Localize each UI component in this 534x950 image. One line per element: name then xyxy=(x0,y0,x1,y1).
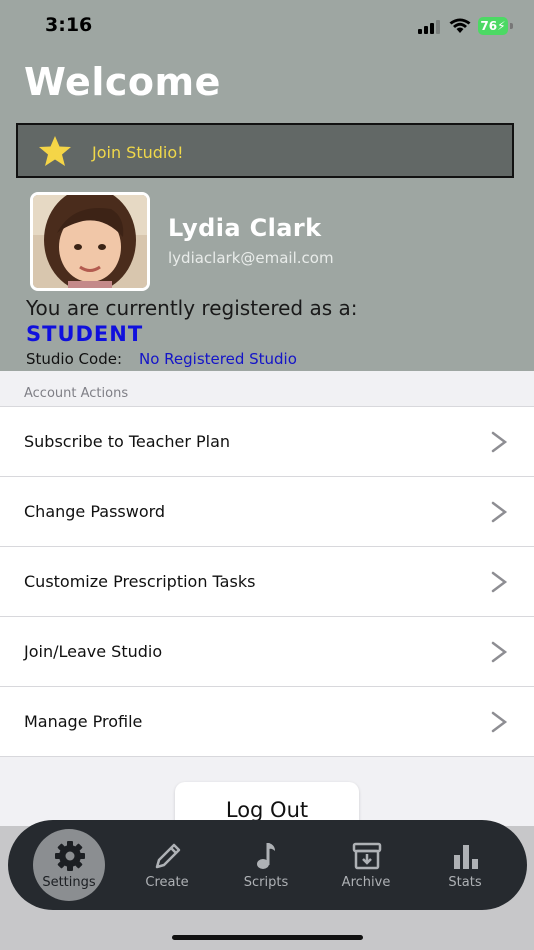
customize-prescription-tasks-row[interactable]: Customize Prescription Tasks xyxy=(0,547,534,617)
avatar[interactable] xyxy=(30,192,150,291)
studio-code-value: No Registered Studio xyxy=(139,350,297,368)
status-bar: 3:16 76⚡ xyxy=(0,0,534,54)
manage-profile-row[interactable]: Manage Profile xyxy=(0,687,534,757)
chevron-right-icon xyxy=(491,711,508,733)
tab-label: Stats xyxy=(448,875,482,890)
account-actions-list: Subscribe to Teacher Plan Change Passwor… xyxy=(0,406,534,757)
subscribe-teacher-plan-row[interactable]: Subscribe to Teacher Plan xyxy=(0,407,534,477)
join-leave-studio-row[interactable]: Join/Leave Studio xyxy=(0,617,534,687)
status-time: 3:16 xyxy=(45,14,93,36)
tab-scripts[interactable]: Scripts xyxy=(221,820,311,910)
list-item-label: Manage Profile xyxy=(24,712,143,731)
chevron-right-icon xyxy=(491,431,508,453)
user-email: lydiaclark@email.com xyxy=(168,249,334,267)
list-item-label: Customize Prescription Tasks xyxy=(24,572,256,591)
tab-stats[interactable]: Stats xyxy=(420,820,510,910)
tab-label: Scripts xyxy=(243,875,289,890)
tab-label: Settings xyxy=(42,875,96,890)
battery-nub xyxy=(510,23,513,29)
tab-create[interactable]: Create xyxy=(122,820,212,910)
user-name: Lydia Clark xyxy=(168,214,322,242)
list-item-label: Change Password xyxy=(24,502,166,521)
music-note-icon xyxy=(257,843,275,869)
tab-archive[interactable]: Archive xyxy=(321,820,411,910)
studio-code-label: Studio Code: xyxy=(26,350,122,368)
bar-chart-icon xyxy=(454,845,478,869)
registration-text: You are currently registered as a: xyxy=(26,296,358,320)
battery-indicator: 76⚡ xyxy=(478,17,508,35)
log-out-label: Log Out xyxy=(225,798,309,822)
profile-header: 3:16 76⚡ Welcome Join Studio! Lydia Clar… xyxy=(0,0,534,371)
chevron-right-icon xyxy=(491,641,508,663)
archive-icon xyxy=(352,842,382,870)
list-item-label: Join/Leave Studio xyxy=(24,642,163,661)
avatar-photo xyxy=(33,195,147,288)
tab-bar: Settings Create Scripts Archive Stats xyxy=(8,820,527,910)
tab-settings[interactable]: Settings xyxy=(32,820,122,910)
tab-label: Archive xyxy=(341,875,391,890)
chevron-right-icon xyxy=(491,501,508,523)
list-item-label: Subscribe to Teacher Plan xyxy=(24,432,231,451)
page-title: Welcome xyxy=(24,60,221,104)
tab-label: Create xyxy=(145,875,189,890)
wifi-icon xyxy=(449,18,471,33)
cellular-signal-icon xyxy=(418,20,440,34)
account-actions-header: Account Actions xyxy=(24,386,129,401)
chevron-right-icon xyxy=(491,571,508,593)
join-studio-label: Join Studio! xyxy=(92,143,184,162)
star-icon xyxy=(39,136,71,166)
home-indicator[interactable] xyxy=(172,935,363,940)
change-password-row[interactable]: Change Password xyxy=(0,477,534,547)
pencil-icon xyxy=(155,843,181,869)
join-studio-button[interactable]: Join Studio! xyxy=(16,123,514,178)
role-label: STUDENT xyxy=(26,322,144,346)
gear-icon xyxy=(55,841,85,871)
